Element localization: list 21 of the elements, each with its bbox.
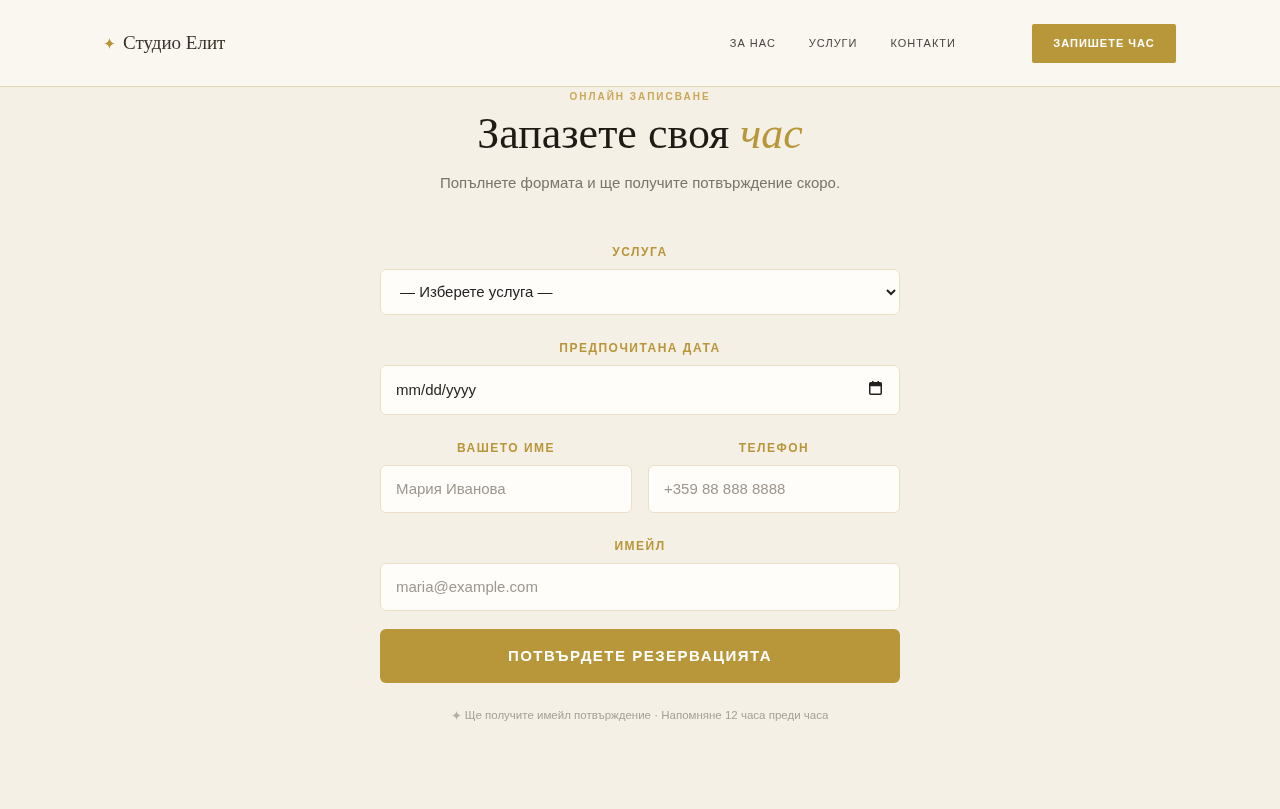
eyebrow-text: ОНЛАЙН ЗАПИСВАНЕ <box>569 89 711 104</box>
note-text: Ще получите имейл потвърждение · Напомняне 12 часа преди часа <box>464 707 829 723</box>
field-label: ИМЕЙЛ <box>613 537 667 555</box>
logo-text[interactable]: Студио Елит <box>123 28 226 58</box>
nav-link[interactable]: КОНТАКТИ <box>890 34 956 52</box>
service-select[interactable]: — Изберете услуга — <box>380 268 900 315</box>
field-label: ТЕЛЕФОН <box>737 439 811 457</box>
input-field[interactable]: +359 88 888 8888 <box>648 464 900 513</box>
subtitle: Попълнете формата и ще получите потвърждение скоро. <box>439 173 841 194</box>
page-title: Запазете своя час <box>477 110 803 159</box>
field-label: УСЛУГА <box>611 243 669 261</box>
field-label: ВАШЕТО ИМЕ <box>455 439 557 457</box>
star-icon <box>451 711 461 720</box>
star-icon <box>104 37 115 49</box>
calendar-icon[interactable] <box>869 380 882 395</box>
input-field[interactable]: Мария Иванова <box>380 464 632 513</box>
nav-link[interactable]: УСЛУГИ <box>808 34 858 52</box>
input-field[interactable]: maria@example.com <box>380 562 900 611</box>
nav-link[interactable]: ЗА НАС <box>729 34 776 52</box>
field-label: ПРЕДПОЧИТАНА ДАТА <box>558 339 722 357</box>
date-field[interactable]: mm/dd/yyyy <box>380 364 900 415</box>
